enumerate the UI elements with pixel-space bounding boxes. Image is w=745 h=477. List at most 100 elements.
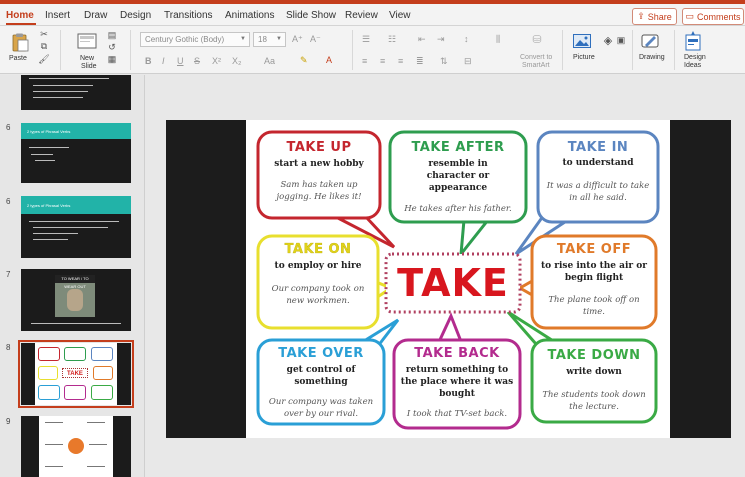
phrasal-verb-title: TAKE IN [567, 140, 629, 155]
bubble-content-take-after: TAKE AFTER resemble in character or appe… [392, 140, 524, 214]
phrasal-verb-example: I took that TV-set back. [406, 409, 508, 419]
arrange-icon[interactable]: ▣ [614, 33, 628, 47]
thumb-text-line [31, 323, 121, 324]
tab-transitions[interactable]: Transitions [164, 10, 213, 21]
superscript-icon[interactable]: X² [212, 56, 221, 66]
slide-thumbnail[interactable]: TO WEAR / TO WEAR OUT [21, 269, 131, 331]
tab-slide-show[interactable]: Slide Show [286, 10, 336, 21]
subscript-icon[interactable]: X₂ [232, 56, 242, 66]
thumb-title-band: 2 types of Phrasal Verbs [21, 123, 131, 139]
comments-button[interactable]: ▭ Comments [682, 8, 744, 25]
cut-icon[interactable]: ✂ [38, 29, 50, 39]
paste-button[interactable] [8, 31, 32, 53]
tab-design[interactable]: Design [120, 10, 151, 21]
increase-indent-icon[interactable]: ⇥ [437, 34, 445, 45]
slide-thumbnail-pane[interactable]: 6 2 types of Phrasal Verbs 6 2 types of … [0, 75, 145, 477]
phrasal-verb-example: The students took down the lecture. [542, 390, 646, 412]
section-icon[interactable]: ▦ [106, 54, 118, 64]
tab-insert[interactable]: Insert [45, 10, 70, 21]
new-slide-icon [77, 33, 97, 49]
design-ideas-icon [685, 31, 701, 51]
smartart-icon[interactable]: ⛁ [528, 32, 546, 46]
underline-icon[interactable]: U [177, 56, 184, 66]
strikethrough-icon[interactable]: S [194, 56, 200, 66]
ribbon-separator [562, 30, 563, 70]
thumb-text-line [29, 78, 109, 79]
ribbon-separator [60, 30, 61, 70]
align-center-icon[interactable]: ≡ [380, 56, 385, 66]
columns-icon[interactable]: ⫼ [496, 34, 500, 45]
font-name-combo[interactable]: Century Gothic (Body) ▼ [140, 32, 250, 47]
chevron-down-icon: ▼ [240, 36, 246, 42]
active-tab-indicator [6, 23, 36, 25]
tab-animations[interactable]: Animations [225, 10, 274, 21]
align-text-icon[interactable]: ⊟ [464, 56, 472, 67]
convert-label-2: SmartArt [522, 62, 550, 69]
slide-thumbnail[interactable]: 2 types of Phrasal Verbs [21, 123, 131, 183]
italic-icon[interactable]: I [162, 56, 165, 66]
bold-icon[interactable]: B [145, 56, 152, 66]
chevron-down-icon: ▼ [276, 36, 282, 42]
phrasal-verb-meaning: return something to the place where it w… [400, 365, 514, 399]
thumb-text-line [45, 422, 63, 423]
align-left-icon[interactable]: ≡ [362, 56, 367, 66]
format-painter-icon[interactable]: 🖌 [38, 54, 50, 64]
justify-icon[interactable]: ≣ [416, 56, 424, 67]
design-ideas-button[interactable] [684, 30, 702, 52]
text-direction-icon[interactable]: ⇅ [440, 56, 448, 67]
thumb-text-line [29, 221, 119, 222]
center-word-take: TAKE [397, 261, 509, 305]
slide-editor[interactable]: ➤ [146, 75, 745, 477]
change-case-icon[interactable]: Aa [264, 56, 275, 66]
thumb-center-word: TAKE [62, 368, 88, 378]
slide-thumbnail[interactable]: 2 types of Phrasal Verbs [21, 196, 131, 258]
decrease-indent-icon[interactable]: ⇤ [418, 34, 426, 45]
thumb-bubble [91, 347, 113, 361]
layout-icon[interactable]: ▤ [106, 30, 118, 40]
phrasal-verb-meaning: start a new hobby [274, 159, 364, 169]
phrasal-verb-meaning: to rise into the air or begin flight [540, 261, 648, 283]
bubble-content-take-up: TAKE UP start a new hobby Sam has taken … [260, 140, 378, 203]
line-spacing-icon[interactable]: ↕ [464, 34, 469, 44]
phrasal-verb-example: He takes after his father. [404, 204, 512, 214]
decrease-font-icon[interactable]: A⁻ [310, 34, 321, 45]
design-ideas-label-2: Ideas [684, 62, 702, 69]
thumb-bubble [93, 366, 113, 380]
font-color-icon[interactable]: A [326, 55, 332, 65]
numbering-icon[interactable]: ☷ [388, 34, 396, 45]
slide-thumbnail-selected[interactable]: TAKE [18, 340, 134, 408]
slide-thumbnail[interactable] [21, 75, 131, 110]
phrasal-verb-meaning: write down [566, 367, 622, 377]
font-size-combo[interactable]: 18 ▼ [253, 32, 286, 47]
picture-label: Picture [573, 54, 595, 61]
new-slide-button[interactable] [76, 31, 98, 51]
thumb-text-line [29, 147, 69, 148]
thumb-photo-figure [67, 289, 83, 311]
thumb-bubble [64, 385, 86, 400]
ribbon-separator [352, 30, 353, 70]
copy-icon[interactable]: ⧉ [38, 41, 50, 51]
thumb-text-line [33, 239, 68, 240]
tab-view[interactable]: View [389, 10, 411, 21]
slide-number: 6 [6, 197, 11, 206]
new-slide-label-2: Slide [81, 63, 97, 70]
thumb-text-line [33, 227, 108, 228]
tab-review[interactable]: Review [345, 10, 378, 21]
slide-thumbnail[interactable] [21, 416, 131, 477]
picture-button[interactable] [572, 33, 592, 49]
current-slide[interactable]: TAKE TAKE UP start a new hobby Sam has t… [166, 120, 731, 438]
reset-icon[interactable]: ↺ [106, 42, 118, 52]
increase-font-icon[interactable]: A⁺ [292, 34, 303, 45]
drawing-button[interactable] [640, 31, 662, 51]
thumb-text-line [33, 91, 88, 92]
bullets-icon[interactable]: ☰ [362, 34, 370, 45]
paste-label: Paste [9, 55, 27, 62]
thumb-diagram-center [68, 438, 84, 454]
share-button[interactable]: ⇪ Share [632, 8, 677, 25]
tab-home[interactable]: Home [6, 10, 34, 21]
slide-number: 7 [6, 270, 11, 279]
align-right-icon[interactable]: ≡ [398, 56, 403, 66]
highlight-icon[interactable]: ✎ [300, 55, 308, 66]
ribbon-separator [674, 30, 675, 70]
tab-draw[interactable]: Draw [84, 10, 107, 21]
